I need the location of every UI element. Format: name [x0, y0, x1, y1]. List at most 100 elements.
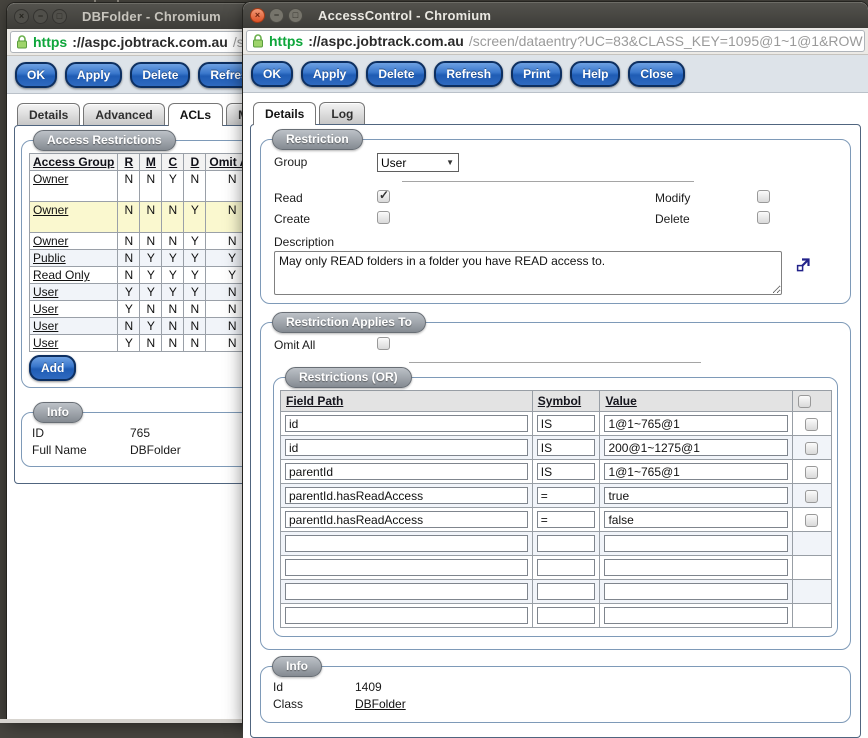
tab-acls[interactable]: ACLs	[168, 103, 223, 126]
symbol-input[interactable]	[537, 511, 596, 528]
value-input[interactable]	[604, 583, 787, 600]
table-header-row: Field Path Symbol Value	[281, 391, 832, 412]
col-field-path[interactable]: Field Path	[281, 391, 533, 412]
row-checkbox[interactable]	[805, 418, 818, 431]
row-checkbox[interactable]	[805, 490, 818, 503]
field-path-input[interactable]	[285, 607, 528, 624]
symbol-input[interactable]	[537, 607, 596, 624]
row-checkbox[interactable]	[805, 442, 818, 455]
acl-group-link[interactable]: Public	[33, 251, 66, 265]
back-window-bottom-edge	[0, 719, 243, 723]
refresh-button[interactable]: Refresh	[434, 61, 503, 87]
symbol-input[interactable]	[537, 535, 596, 552]
field-path-input[interactable]	[285, 511, 528, 528]
info-row: Class DBFolder	[273, 697, 842, 711]
value-input[interactable]	[604, 439, 787, 456]
table-row	[281, 436, 832, 460]
value-input[interactable]	[604, 535, 787, 552]
divider-line	[402, 181, 694, 182]
col-access-group[interactable]: Access Group	[30, 154, 118, 171]
acl-group-link[interactable]: Read Only	[33, 268, 90, 282]
window-title: AccessControl - Chromium	[318, 8, 491, 23]
apply-button[interactable]: Apply	[301, 61, 358, 87]
ok-button[interactable]: OK	[15, 62, 57, 88]
value-input[interactable]	[604, 463, 787, 480]
minimize-icon[interactable]: −	[33, 9, 48, 24]
accesscontrol-content: Details Log Restriction Group User ▼ R	[243, 93, 868, 738]
field-path-input[interactable]	[285, 463, 528, 480]
field-path-input[interactable]	[285, 559, 528, 576]
add-button[interactable]: Add	[29, 355, 76, 381]
read-checkbox[interactable]	[377, 190, 390, 203]
url-field[interactable]: https://aspc.jobtrack.com.au/screen/data…	[246, 30, 865, 52]
acl-group-link[interactable]: User	[33, 285, 58, 299]
restriction-applies-to-fieldset: Restriction Applies To Omit All Restrict…	[260, 322, 851, 650]
close-icon[interactable]: ×	[250, 8, 265, 23]
tab-details[interactable]: Details	[17, 103, 80, 125]
acl-group-link[interactable]: Owner	[33, 234, 68, 248]
symbol-input[interactable]	[537, 439, 596, 456]
col-value[interactable]: Value	[600, 391, 792, 412]
acl-group-link[interactable]: User	[33, 319, 58, 333]
field-path-input[interactable]	[285, 583, 528, 600]
ok-button[interactable]: OK	[251, 61, 293, 87]
value-input[interactable]	[604, 415, 787, 432]
class-link[interactable]: DBFolder	[355, 697, 406, 711]
col-c[interactable]: C	[162, 154, 184, 171]
symbol-input[interactable]	[537, 487, 596, 504]
print-button[interactable]: Print	[511, 61, 562, 87]
tab-advanced[interactable]: Advanced	[83, 103, 164, 125]
tab-log[interactable]: Log	[319, 102, 365, 124]
symbol-input[interactable]	[537, 559, 596, 576]
row-checkbox[interactable]	[805, 514, 818, 527]
delete-checkbox[interactable]	[757, 211, 770, 224]
acl-group-link[interactable]: User	[33, 336, 58, 350]
restrictions-or-legend: Restrictions (OR)	[285, 367, 412, 388]
tab-details[interactable]: Details	[253, 102, 316, 125]
description-textarea[interactable]: May only READ folders in a folder you ha…	[274, 251, 782, 295]
field-path-input[interactable]	[285, 415, 528, 432]
value-input[interactable]	[604, 487, 787, 504]
group-select[interactable]: User	[377, 153, 459, 172]
modify-label: Modify	[655, 191, 690, 205]
symbol-input[interactable]	[537, 415, 596, 432]
create-checkbox[interactable]	[377, 211, 390, 224]
expand-icon[interactable]	[795, 256, 812, 273]
row-checkbox[interactable]	[805, 466, 818, 479]
group-select-wrap: User ▼	[377, 153, 459, 172]
close-button[interactable]: Close	[628, 61, 685, 87]
maximize-icon[interactable]: □	[52, 9, 67, 24]
maximize-icon[interactable]: □	[288, 8, 303, 23]
symbol-input[interactable]	[537, 463, 596, 480]
value-input[interactable]	[604, 511, 787, 528]
delete-button[interactable]: Delete	[130, 62, 190, 88]
create-label: Create	[274, 212, 310, 226]
url-host: ://aspc.jobtrack.com.au	[308, 33, 464, 49]
acl-group-link[interactable]: Owner	[33, 203, 68, 217]
help-button[interactable]: Help	[570, 61, 620, 87]
col-r[interactable]: R	[118, 154, 140, 171]
accesscontrol-window: × − □ AccessControl - Chromium https://a…	[243, 2, 868, 723]
col-symbol[interactable]: Symbol	[532, 391, 600, 412]
value-input[interactable]	[604, 607, 787, 624]
omit-all-checkbox[interactable]	[377, 337, 390, 350]
col-d[interactable]: D	[184, 154, 206, 171]
field-path-input[interactable]	[285, 439, 528, 456]
divider-line	[409, 362, 701, 363]
acl-group-link[interactable]: User	[33, 302, 58, 316]
apply-button[interactable]: Apply	[65, 62, 122, 88]
col-m[interactable]: M	[140, 154, 162, 171]
info-label: Full Name	[32, 443, 130, 457]
info-value: 765	[130, 426, 150, 440]
close-icon[interactable]: ×	[14, 9, 29, 24]
value-input[interactable]	[604, 559, 787, 576]
delete-button[interactable]: Delete	[366, 61, 426, 87]
acl-group-link[interactable]: Owner	[33, 172, 68, 186]
field-path-input[interactable]	[285, 535, 528, 552]
minimize-icon[interactable]: −	[269, 8, 284, 23]
select-all-checkbox[interactable]	[798, 395, 811, 408]
modify-checkbox[interactable]	[757, 190, 770, 203]
field-path-input[interactable]	[285, 487, 528, 504]
read-label: Read	[274, 191, 303, 205]
symbol-input[interactable]	[537, 583, 596, 600]
